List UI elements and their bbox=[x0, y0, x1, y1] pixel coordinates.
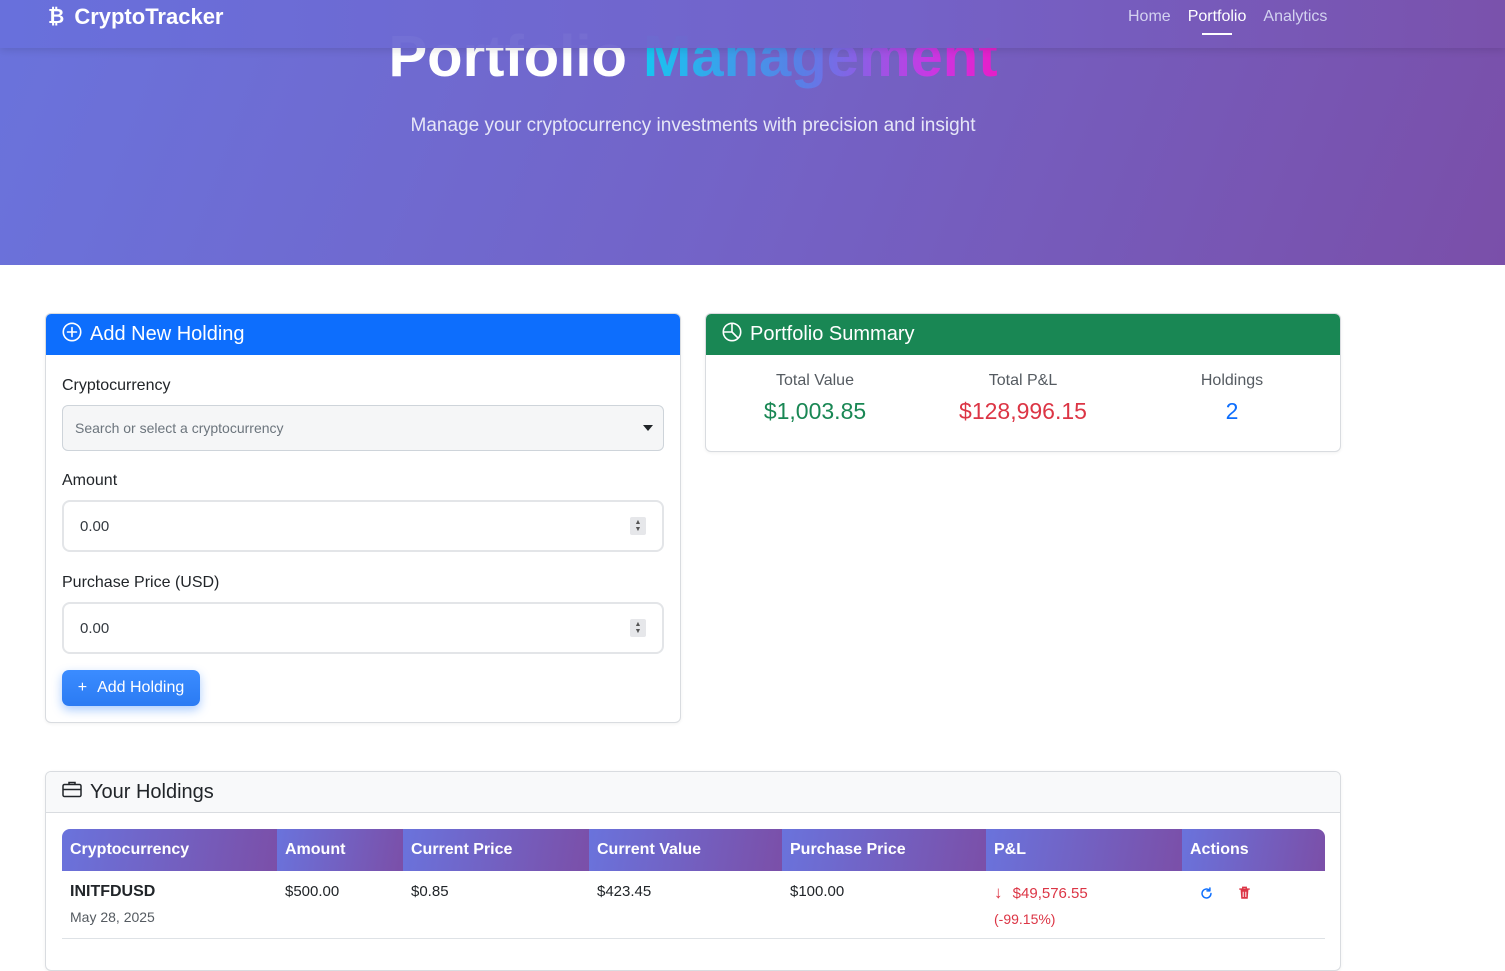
cell-purchase-price: $100.00 bbox=[790, 883, 845, 900]
purchase-price-input[interactable]: 0.00 ▲ ▼ bbox=[62, 602, 664, 654]
stat-total-value: Total Value $1,003.85 bbox=[710, 372, 920, 425]
hero-subtitle: Manage your cryptocurrency investments w… bbox=[410, 115, 976, 136]
table-row: INITFDUSD May 28, 2025 $500.00 $0.85 $42… bbox=[62, 871, 1325, 939]
col-actions: Actions bbox=[1182, 829, 1325, 871]
holdings-label: Holdings bbox=[1200, 372, 1264, 389]
col-current-value[interactable]: Current Value bbox=[589, 829, 782, 871]
crypto-label: Cryptocurrency bbox=[62, 377, 171, 394]
holdings-title: Your Holdings bbox=[90, 780, 214, 803]
crypto-select-placeholder: Search or select a cryptocurrency bbox=[75, 420, 284, 436]
pnl-percent: (-99.15%) bbox=[994, 911, 1056, 927]
cell-current-value: $423.45 bbox=[597, 883, 652, 900]
summary-header: Portfolio Summary bbox=[706, 314, 1340, 355]
pnl-value: $49,576.55 bbox=[1012, 885, 1088, 902]
top-navbar: ₿ CryptoTracker Home Portfolio Analytics bbox=[0, 0, 1505, 48]
chevron-down-icon bbox=[643, 425, 653, 431]
pie-chart-icon bbox=[722, 322, 742, 348]
col-pnl[interactable]: P&L bbox=[986, 829, 1182, 871]
plus-icon: + bbox=[77, 679, 88, 696]
col-cryptocurrency[interactable]: Cryptocurrency bbox=[62, 829, 277, 871]
cell-amount: $500.00 bbox=[285, 883, 340, 900]
crypto-select[interactable]: Search or select a cryptocurrency bbox=[62, 405, 664, 451]
nav-analytics[interactable]: Analytics bbox=[1263, 8, 1327, 36]
spin-down-icon: ▼ bbox=[634, 526, 642, 533]
total-value-label: Total Value bbox=[776, 372, 854, 389]
coin-symbol: INITFDUSD bbox=[70, 883, 156, 900]
cell-pnl: ↓ $49,576.55 (-99.15%) bbox=[986, 871, 1182, 938]
brand-name: CryptoTracker bbox=[74, 4, 224, 29]
spin-up-icon: ▲ bbox=[634, 621, 642, 628]
nav-home[interactable]: Home bbox=[1128, 8, 1171, 36]
holdings-table: Cryptocurrency Amount Current Price Curr… bbox=[62, 829, 1325, 939]
spin-down-icon: ▼ bbox=[634, 628, 642, 635]
purchase-price-value: 0.00 bbox=[80, 620, 110, 637]
amount-value: 0.00 bbox=[80, 518, 110, 535]
total-pnl: $128,996.15 bbox=[959, 398, 1087, 424]
col-purchase-price[interactable]: Purchase Price bbox=[782, 829, 986, 871]
pnl-value-line: ↓ $49,576.55 bbox=[994, 883, 1182, 903]
col-current-price[interactable]: Current Price bbox=[403, 829, 589, 871]
spin-up-icon: ▲ bbox=[634, 519, 642, 526]
brand[interactable]: ₿ CryptoTracker bbox=[48, 4, 224, 30]
cell-actions bbox=[1182, 871, 1325, 938]
add-holding-header: Add New Holding bbox=[46, 314, 680, 355]
amount-spinner[interactable]: ▲ ▼ bbox=[630, 517, 646, 535]
holdings-card: Your Holdings Cryptocurrency Amount Curr… bbox=[45, 771, 1341, 971]
total-pnl-label: Total P&L bbox=[988, 372, 1058, 389]
total-value: $1,003.85 bbox=[763, 398, 867, 424]
summary-title: Portfolio Summary bbox=[750, 323, 915, 345]
holdings-header: Your Holdings bbox=[46, 772, 1340, 813]
holding-date: May 28, 2025 bbox=[70, 909, 155, 925]
arrow-down-icon: ↓ bbox=[994, 883, 1003, 902]
refresh-icon[interactable] bbox=[1198, 885, 1214, 901]
add-holding-button[interactable]: + Add Holding bbox=[62, 670, 200, 706]
add-holding-title: Add New Holding bbox=[90, 323, 245, 345]
col-amount[interactable]: Amount bbox=[277, 829, 403, 871]
portfolio-summary-card: Portfolio Summary Total Value $1,003.85 … bbox=[705, 313, 1341, 452]
purchase-price-label: Purchase Price (USD) bbox=[62, 574, 220, 591]
amount-label: Amount bbox=[62, 472, 118, 489]
briefcase-icon bbox=[62, 780, 82, 804]
add-holding-card: Add New Holding Cryptocurrency Search or… bbox=[45, 313, 681, 723]
cell-crypto: INITFDUSD May 28, 2025 bbox=[62, 871, 277, 938]
plus-circle-icon bbox=[62, 322, 82, 348]
amount-input[interactable]: 0.00 ▲ ▼ bbox=[62, 500, 664, 552]
price-spinner[interactable]: ▲ ▼ bbox=[630, 619, 646, 637]
trash-icon[interactable] bbox=[1236, 885, 1252, 901]
holdings-count: 2 bbox=[1225, 398, 1239, 424]
add-holding-button-label: Add Holding bbox=[97, 679, 185, 696]
nav-links: Home Portfolio Analytics bbox=[1128, 8, 1327, 36]
stat-total-pnl: Total P&L $128,996.15 bbox=[918, 372, 1128, 425]
cell-current-price: $0.85 bbox=[411, 883, 449, 900]
nav-portfolio[interactable]: Portfolio bbox=[1188, 8, 1246, 36]
stat-holdings: Holdings 2 bbox=[1127, 372, 1337, 425]
bitcoin-icon: ₿ bbox=[48, 5, 65, 28]
table-header: Cryptocurrency Amount Current Price Curr… bbox=[62, 829, 1325, 871]
